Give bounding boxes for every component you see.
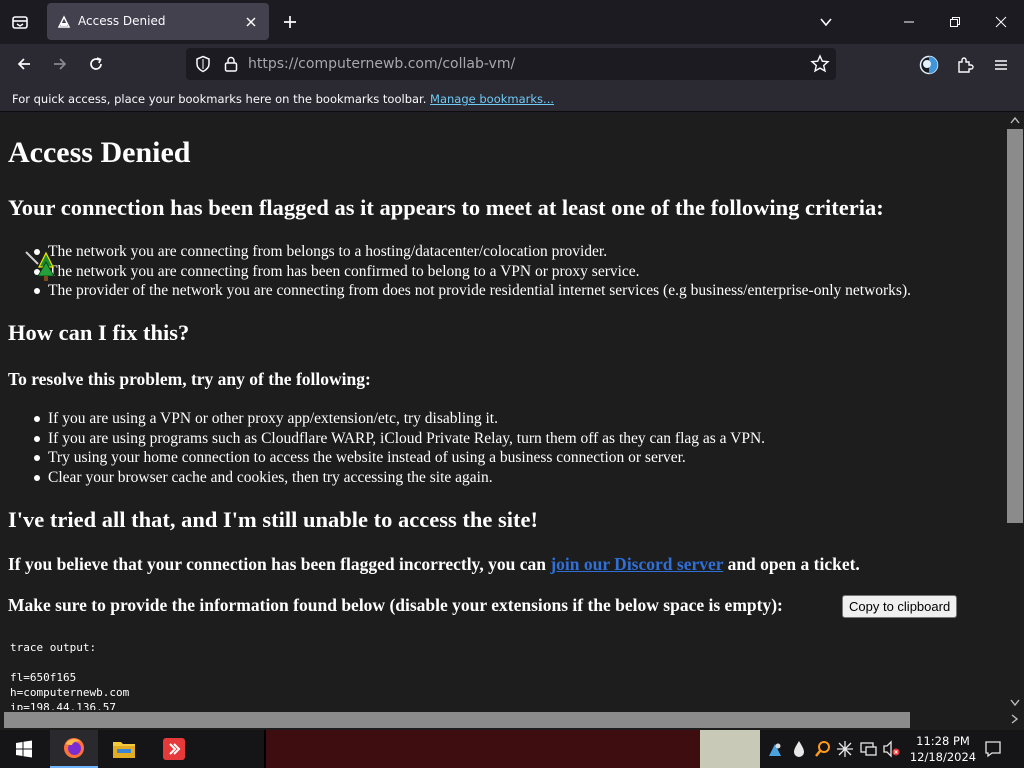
forward-arrow-icon[interactable] [46, 50, 74, 78]
discord-suffix: and open a ticket. [723, 554, 860, 574]
star-icon[interactable] [810, 54, 830, 74]
windows-start-icon[interactable] [0, 730, 48, 768]
clock-date: 12/18/2024 [909, 750, 977, 764]
list-all-tabs-icon[interactable] [4, 6, 36, 38]
flagged-heading: Your connection has been flagged as it a… [8, 195, 884, 220]
list-item: Clear your browser cache and cookies, th… [32, 469, 765, 489]
notification-icon[interactable] [982, 738, 1004, 760]
discord-link[interactable]: join our Discord server [550, 554, 723, 574]
puzzle-piece-icon[interactable] [950, 50, 980, 80]
snowflake-icon[interactable] [836, 740, 854, 758]
trace-line: fl=650f165 [10, 671, 77, 684]
manage-bookmarks-link[interactable]: Manage bookmarks... [430, 92, 554, 106]
page-title: Access Denied [8, 136, 191, 169]
trace-line: trace output: [10, 641, 97, 654]
list-item: The provider of the network you are conn… [32, 282, 911, 302]
volume-muted-icon[interactable] [882, 740, 900, 758]
scroll-up-arrow-icon[interactable] [1006, 113, 1024, 127]
address-bar[interactable]: https://computernewb.com/collab-vm/ [186, 48, 836, 80]
system-clock[interactable]: 11:28 PM 12/18/2024 [908, 733, 978, 765]
bookmarks-hint: For quick access, place your bookmarks h… [12, 92, 554, 106]
vertical-scrollbar[interactable] [1006, 113, 1024, 710]
back-arrow-icon[interactable] [10, 50, 38, 78]
close-window-icon[interactable] [986, 8, 1016, 36]
list-item: If you are using a VPN or other proxy ap… [32, 410, 765, 430]
page-viewport: Access Denied Your connection has been f… [0, 113, 1024, 733]
fix-heading: How can I fix this? [8, 320, 190, 345]
scroll-down-arrow-icon[interactable] [1006, 696, 1024, 710]
clock-time: 11:28 PM [916, 734, 970, 748]
tracking-protection-shield-icon[interactable] [194, 55, 212, 73]
resolve-heading: To resolve this problem, try any of the … [8, 369, 371, 389]
desktop-background [264, 730, 744, 768]
file-explorer-icon[interactable] [100, 730, 148, 768]
magnifier-icon[interactable] [814, 740, 832, 758]
firefox-taskbar-icon[interactable] [50, 730, 98, 768]
dark-reader-extension-icon[interactable] [914, 50, 944, 80]
trace-line: h=computernewb.com [10, 686, 130, 699]
tab-access-denied[interactable]: Access Denied [47, 3, 269, 40]
navigation-toolbar: https://computernewb.com/collab-vm/ [0, 44, 1024, 86]
horizontal-scrollbar[interactable] [0, 710, 1006, 730]
reload-icon[interactable] [82, 50, 110, 78]
url-path: /collab-vm/ [437, 56, 516, 72]
hamburger-menu-icon[interactable] [986, 50, 1016, 80]
list-item: Try using your home connection to access… [32, 449, 765, 469]
user-activity-icon[interactable] [766, 740, 784, 758]
list-item: The network you are connecting from belo… [32, 243, 911, 263]
criteria-list: The network you are connecting from belo… [32, 243, 911, 302]
trace-output[interactable]: trace output:​fl=650f165 h=computernewb.c… [10, 640, 129, 715]
mouse-cursor-icon [25, 251, 55, 281]
vertical-scrollbar-thumb[interactable] [1007, 129, 1023, 523]
windows-taskbar: 11:28 PM 12/18/2024 [0, 730, 1024, 768]
network-icon[interactable] [860, 740, 878, 758]
url-scheme-host: https://computernewb.com [248, 56, 438, 72]
discord-prefix: If you believe that your connection has … [8, 554, 551, 574]
anydesk-icon[interactable] [150, 730, 198, 768]
bookmarks-toolbar: For quick access, place your bookmarks h… [0, 86, 1024, 112]
url-text[interactable]: https://computernewb.com/collab-vm/ [248, 56, 515, 72]
new-tab-icon[interactable] [278, 9, 302, 35]
lock-icon[interactable] [222, 55, 240, 73]
tried-heading: I've tried all that, and I'm still unabl… [8, 507, 538, 532]
trace-line: ​ [10, 655, 129, 670]
scroll-right-arrow-icon[interactable] [1006, 712, 1024, 726]
horizontal-scrollbar-thumb[interactable] [4, 712, 910, 728]
list-item: If you are using programs such as Cloudf… [32, 430, 765, 450]
tab-strip: Access Denied [0, 0, 1024, 44]
list-item: The network you are connecting from has … [32, 263, 911, 283]
water-drop-icon[interactable] [790, 740, 808, 758]
minimize-icon[interactable] [894, 8, 924, 36]
bookmarks-hint-text: For quick access, place your bookmarks h… [12, 92, 427, 106]
system-tray: 11:28 PM 12/18/2024 [762, 730, 1024, 768]
chevron-down-icon[interactable] [812, 8, 840, 36]
tab-title: Access Denied [78, 14, 166, 28]
restore-icon[interactable] [940, 8, 970, 36]
resolve-list: If you are using a VPN or other proxy ap… [32, 410, 765, 488]
provide-info-text: Make sure to provide the information fou… [8, 595, 783, 615]
desktop-background-light [700, 730, 760, 768]
close-tab-icon[interactable] [241, 12, 261, 32]
copy-to-clipboard-button[interactable]: Copy to clipboard [842, 595, 958, 618]
discord-instructions: If you believe that your connection has … [8, 554, 860, 575]
favicon-icon [57, 15, 71, 28]
